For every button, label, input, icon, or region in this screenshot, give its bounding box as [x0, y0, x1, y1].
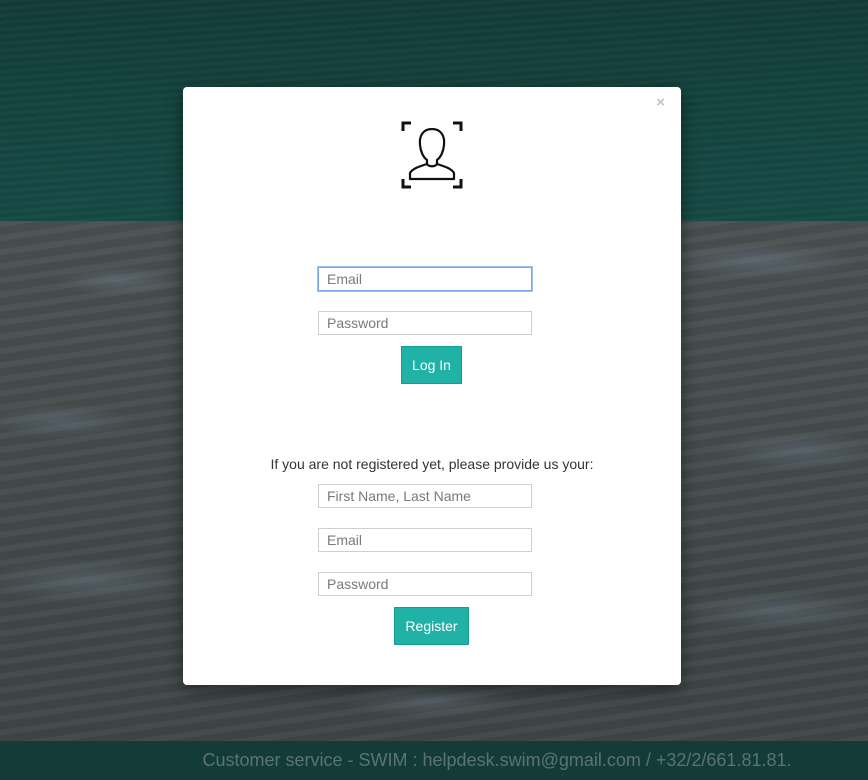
login-modal: × Log In If you are not registered yet, …	[183, 87, 681, 685]
register-name-input[interactable]	[318, 484, 532, 508]
register-email-input[interactable]	[318, 528, 532, 552]
page: × Log In If you are not registered yet, …	[0, 0, 868, 780]
register-prompt: If you are not registered yet, please pr…	[270, 456, 594, 472]
user-profile-icon	[401, 121, 463, 189]
close-icon[interactable]: ×	[656, 95, 665, 110]
login-button[interactable]: Log In	[401, 346, 462, 384]
login-password-input[interactable]	[318, 311, 532, 335]
login-email-input[interactable]	[318, 267, 532, 291]
register-button[interactable]: Register	[394, 607, 469, 645]
footer-contact-text: Customer service - SWIM : helpdesk.swim@…	[202, 750, 792, 770]
footer: Customer service - SWIM : helpdesk.swim@…	[0, 741, 868, 780]
register-password-input[interactable]	[318, 572, 532, 596]
